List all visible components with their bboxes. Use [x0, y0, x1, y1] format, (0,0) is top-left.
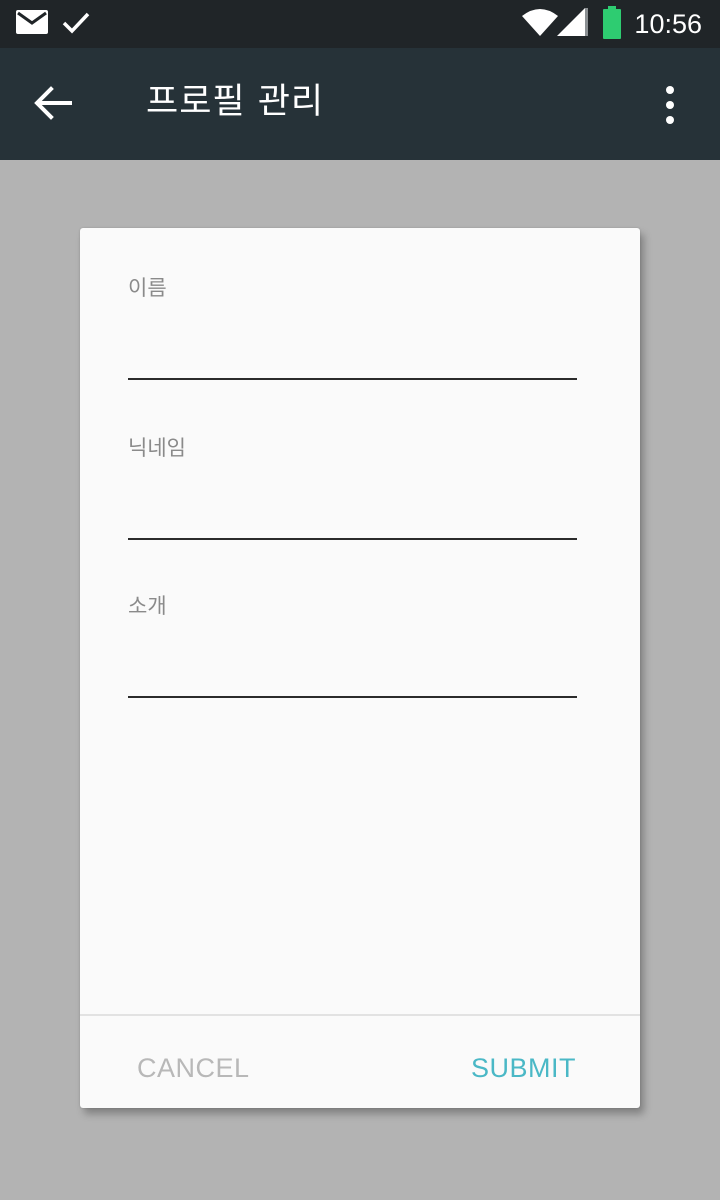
status-bar: 10:56 — [0, 0, 720, 48]
clock: 10:56 — [634, 9, 702, 39]
profile-dialog: 이름 닉네임 소개 CANCEL SUBMIT — [80, 228, 640, 1108]
mail-icon — [16, 10, 48, 34]
page-title: 프로필 관리 — [146, 82, 325, 122]
check-icon — [62, 12, 90, 34]
intro-field: 소개 — [128, 592, 577, 698]
nickname-label: 닉네임 — [128, 436, 186, 460]
signal-icon — [557, 8, 588, 36]
submit-button[interactable]: SUBMIT — [471, 1048, 576, 1088]
name-field: 이름 — [128, 274, 577, 380]
intro-input[interactable] — [128, 654, 577, 698]
name-label: 이름 — [128, 276, 167, 300]
cancel-button[interactable]: CANCEL — [137, 1048, 250, 1088]
name-input[interactable] — [128, 336, 577, 380]
app-bar: 프로필 관리 — [0, 48, 720, 160]
wifi-icon — [522, 9, 558, 36]
back-arrow-icon[interactable] — [34, 86, 72, 120]
dialog-divider — [80, 1014, 640, 1016]
battery-icon — [603, 6, 621, 39]
intro-label: 소개 — [128, 594, 167, 618]
more-options-icon[interactable] — [654, 84, 686, 126]
nickname-field: 닉네임 — [128, 434, 577, 540]
nickname-input[interactable] — [128, 496, 577, 540]
